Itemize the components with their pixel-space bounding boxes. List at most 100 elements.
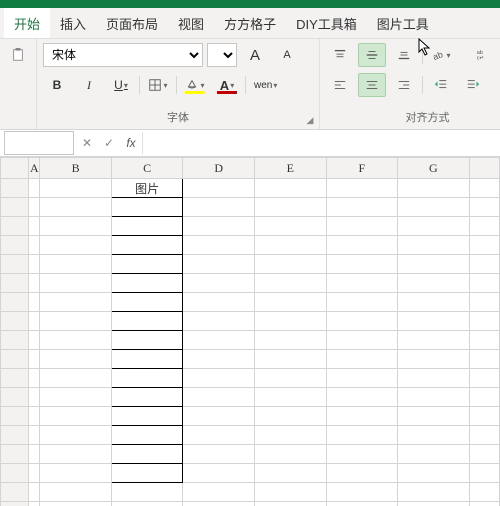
- row-header[interactable]: [1, 312, 29, 331]
- cell[interactable]: [255, 483, 327, 502]
- cell[interactable]: [326, 331, 398, 350]
- cell[interactable]: [29, 255, 40, 274]
- cell[interactable]: [111, 350, 183, 369]
- cell[interactable]: [469, 255, 499, 274]
- cell[interactable]: [469, 179, 499, 198]
- cell[interactable]: [40, 464, 112, 483]
- cell[interactable]: [255, 445, 327, 464]
- tab-layout[interactable]: 页面布局: [96, 8, 168, 38]
- cell[interactable]: [469, 369, 499, 388]
- cell[interactable]: [326, 312, 398, 331]
- cell[interactable]: [183, 217, 255, 236]
- cell[interactable]: [398, 350, 470, 369]
- cell[interactable]: [29, 502, 40, 506]
- align-right-button[interactable]: [390, 73, 418, 97]
- cell[interactable]: [398, 464, 470, 483]
- cell[interactable]: [111, 217, 183, 236]
- grid[interactable]: A B C D E F G 图片: [0, 157, 500, 506]
- cell[interactable]: [255, 236, 327, 255]
- font-dialog-launcher[interactable]: ◢: [304, 114, 316, 126]
- cell[interactable]: [29, 426, 40, 445]
- cell[interactable]: [398, 407, 470, 426]
- col-header[interactable]: G: [398, 158, 470, 179]
- cell[interactable]: [183, 464, 255, 483]
- col-header[interactable]: E: [255, 158, 327, 179]
- cell[interactable]: [326, 464, 398, 483]
- phonetic-button[interactable]: wen▾: [250, 73, 281, 97]
- cell[interactable]: [40, 483, 112, 502]
- cell[interactable]: [183, 502, 255, 506]
- cell[interactable]: [111, 388, 183, 407]
- align-bottom-button[interactable]: [390, 43, 418, 67]
- cell[interactable]: [183, 293, 255, 312]
- tab-view[interactable]: 视图: [168, 8, 214, 38]
- cell[interactable]: [398, 369, 470, 388]
- cell[interactable]: [111, 274, 183, 293]
- cell[interactable]: [255, 179, 327, 198]
- cell[interactable]: [29, 331, 40, 350]
- cell[interactable]: [40, 331, 112, 350]
- font-name-select[interactable]: 宋体: [43, 43, 203, 67]
- wrap-text-button[interactable]: abc↵: [469, 43, 497, 67]
- row-header[interactable]: [1, 293, 29, 312]
- cell[interactable]: [398, 293, 470, 312]
- font-color-button[interactable]: A ▾: [213, 73, 241, 97]
- align-center-button[interactable]: [358, 73, 386, 97]
- cell[interactable]: [469, 502, 499, 506]
- row-header[interactable]: [1, 369, 29, 388]
- col-header[interactable]: D: [183, 158, 255, 179]
- cell[interactable]: [398, 255, 470, 274]
- cell[interactable]: [111, 369, 183, 388]
- cell[interactable]: [111, 483, 183, 502]
- tab-start[interactable]: 开始: [4, 8, 50, 38]
- cell[interactable]: [469, 464, 499, 483]
- cell[interactable]: [29, 369, 40, 388]
- row-header[interactable]: [1, 198, 29, 217]
- cell[interactable]: [111, 426, 183, 445]
- cell[interactable]: [29, 236, 40, 255]
- row-header[interactable]: [1, 274, 29, 293]
- cell[interactable]: [29, 293, 40, 312]
- cell[interactable]: [326, 502, 398, 506]
- cell[interactable]: [326, 217, 398, 236]
- cell[interactable]: [111, 407, 183, 426]
- cell[interactable]: [398, 445, 470, 464]
- cell[interactable]: [40, 445, 112, 464]
- cell[interactable]: [183, 179, 255, 198]
- cell[interactable]: [326, 236, 398, 255]
- cell[interactable]: [183, 407, 255, 426]
- cell[interactable]: [469, 426, 499, 445]
- cell[interactable]: [111, 464, 183, 483]
- cell[interactable]: [40, 198, 112, 217]
- cell[interactable]: [40, 407, 112, 426]
- cell[interactable]: [40, 179, 112, 198]
- cell[interactable]: [183, 445, 255, 464]
- cell[interactable]: [398, 179, 470, 198]
- cell[interactable]: [183, 312, 255, 331]
- cell[interactable]: [326, 369, 398, 388]
- cell[interactable]: [469, 236, 499, 255]
- row-header[interactable]: [1, 217, 29, 236]
- cell[interactable]: [326, 407, 398, 426]
- row-header[interactable]: [1, 331, 29, 350]
- cell[interactable]: [183, 255, 255, 274]
- col-header[interactable]: B: [40, 158, 112, 179]
- cell[interactable]: [255, 502, 327, 506]
- cell[interactable]: [111, 255, 183, 274]
- cell[interactable]: [255, 274, 327, 293]
- cell[interactable]: [29, 483, 40, 502]
- tab-fgz[interactable]: 方方格子: [214, 8, 286, 38]
- cell[interactable]: [326, 198, 398, 217]
- cell[interactable]: [183, 350, 255, 369]
- row-header[interactable]: [1, 426, 29, 445]
- cell[interactable]: [183, 426, 255, 445]
- cell[interactable]: [398, 426, 470, 445]
- cell[interactable]: [326, 426, 398, 445]
- cell[interactable]: [183, 369, 255, 388]
- orientation-button[interactable]: ab▾: [427, 43, 455, 67]
- cell[interactable]: [40, 369, 112, 388]
- cell[interactable]: [326, 274, 398, 293]
- cell[interactable]: [111, 236, 183, 255]
- cell[interactable]: [326, 179, 398, 198]
- row-header[interactable]: [1, 179, 29, 198]
